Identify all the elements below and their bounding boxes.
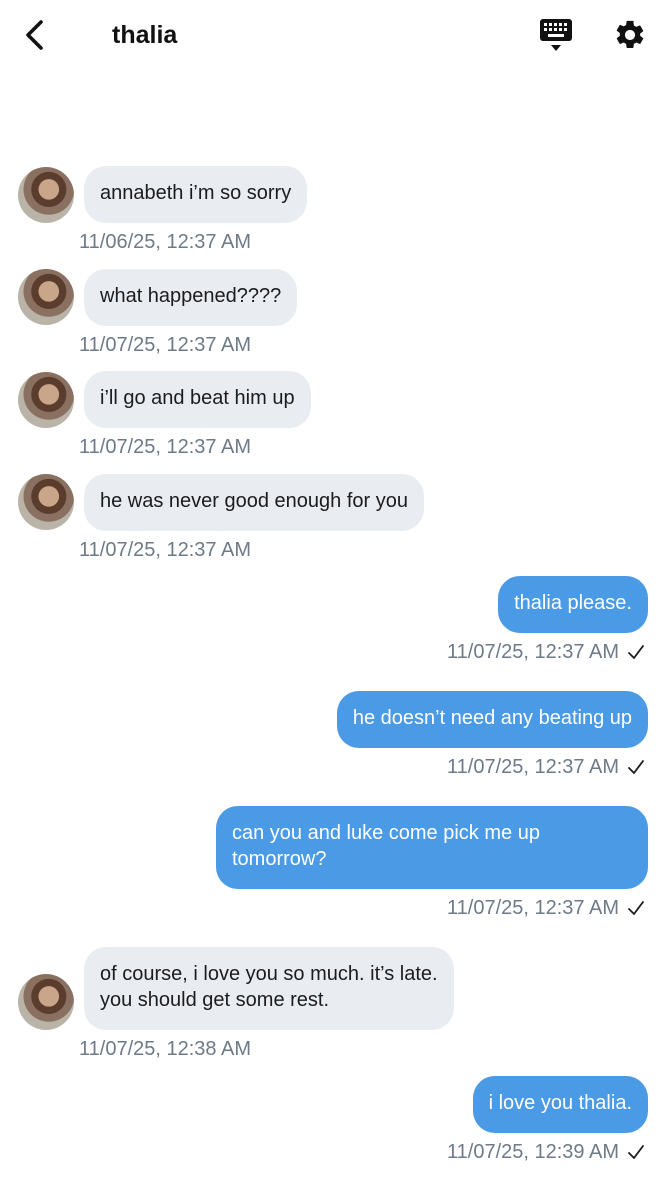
message-bubble[interactable]: he was never good enough for you	[84, 474, 424, 531]
checkmark-icon	[628, 1145, 644, 1159]
message-timestamp: 11/07/25, 12:37 AM	[79, 334, 251, 356]
message-meta: 11/07/25, 12:39 AM	[447, 1140, 645, 1164]
message-bubble[interactable]: of course, i love you so much. it’s late…	[84, 947, 454, 1030]
message-bubble[interactable]: what happened????	[84, 269, 298, 326]
message-bubble[interactable]: thalia please.	[498, 576, 648, 633]
message-meta: 11/07/25, 12:37 AM	[447, 640, 645, 664]
message-bubble[interactable]: can you and luke come pick me up tomorro…	[216, 806, 648, 889]
message-timestamp: 11/07/25, 12:39 AM	[447, 1141, 619, 1163]
message-timestamp: 11/07/25, 12:37 AM	[447, 756, 619, 778]
message-bubble[interactable]: i love you thalia.	[472, 1076, 648, 1133]
avatar[interactable]	[18, 974, 74, 1030]
message-timestamp: 11/07/25, 12:37 AM	[79, 539, 251, 561]
message-bubble[interactable]: he doesn’t need any beating up	[336, 691, 648, 748]
message-timestamp: 11/07/25, 12:37 AM	[447, 897, 619, 919]
avatar[interactable]	[18, 474, 74, 530]
message-timestamp: 11/07/25, 12:38 AM	[79, 1038, 251, 1060]
message-meta: 11/07/25, 12:37 AM	[447, 896, 645, 920]
message-bubble[interactable]: i’ll go and beat him up	[84, 371, 311, 428]
avatar[interactable]	[18, 372, 74, 428]
message-bubble[interactable]: annabeth i’m so sorry	[84, 166, 308, 223]
message-timestamp: 11/07/25, 12:37 AM	[447, 641, 619, 663]
message-timestamp: 11/06/25, 12:37 AM	[79, 231, 251, 253]
message-thread[interactable]: annabeth i’m so sorry 11/06/25, 12:37 AM…	[0, 0, 667, 1200]
avatar[interactable]	[18, 167, 74, 223]
message-timestamp: 11/07/25, 12:37 AM	[79, 436, 251, 458]
checkmark-icon	[628, 760, 644, 774]
message-meta: 11/07/25, 12:37 AM	[447, 755, 645, 779]
checkmark-icon	[628, 901, 644, 915]
checkmark-icon	[628, 645, 644, 659]
avatar[interactable]	[18, 269, 74, 325]
